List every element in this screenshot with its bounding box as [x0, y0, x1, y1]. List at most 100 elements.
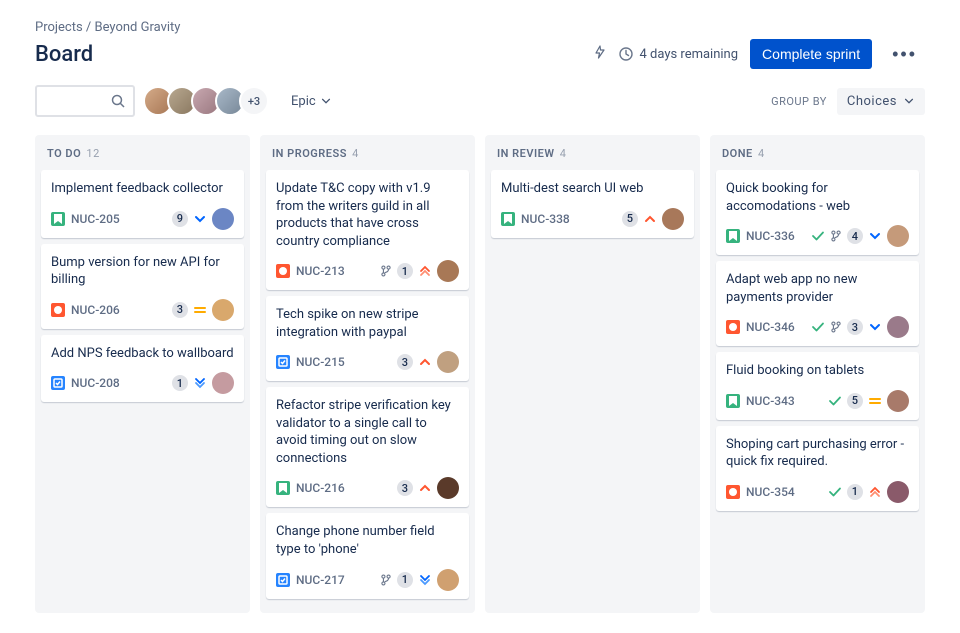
issue-card[interactable]: Add NPS feedback to wallboard NUC-208 1 [41, 335, 244, 403]
card-title: Refactor stripe verification key validat… [276, 397, 459, 467]
story-points: 3 [397, 480, 413, 496]
priority-high-icon [643, 212, 657, 226]
assignee-avatar[interactable] [887, 225, 909, 247]
priority-highest-icon [418, 264, 432, 278]
done-check-icon [828, 394, 842, 408]
issue-key: NUC-215 [296, 355, 345, 369]
assignee-avatar[interactable] [437, 477, 459, 499]
priority-medium-icon [868, 394, 882, 408]
issue-key: NUC-343 [746, 394, 795, 408]
avatar-overflow[interactable]: +3 [239, 86, 269, 116]
priority-low-icon [868, 229, 882, 243]
assignee-avatar[interactable] [437, 351, 459, 373]
breadcrumb-project-name[interactable]: Beyond Gravity [95, 20, 181, 35]
card-title: Add NPS feedback to wallboard [51, 345, 234, 363]
issue-key: NUC-213 [296, 264, 345, 278]
assignee-avatar[interactable] [212, 208, 234, 230]
priority-high-icon [418, 355, 432, 369]
issue-key: NUC-338 [521, 212, 570, 226]
branch-icon [380, 574, 392, 586]
issue-type-story-icon [51, 212, 65, 226]
story-points: 5 [847, 393, 863, 409]
issue-key: NUC-208 [71, 376, 120, 390]
assignee-avatar[interactable] [437, 569, 459, 591]
page-title: Board [35, 42, 93, 67]
issue-card[interactable]: Shoping cart purchasing error - quick fi… [716, 426, 919, 511]
assignee-avatar[interactable] [887, 481, 909, 503]
card-title: Change phone number field type to 'phone… [276, 523, 459, 558]
assignee-avatar[interactable] [887, 316, 909, 338]
card-title: Quick booking for accomodations - web [726, 180, 909, 215]
issue-key: NUC-336 [746, 229, 795, 243]
story-points: 3 [397, 354, 413, 370]
assignee-avatar[interactable] [437, 260, 459, 282]
card-title: Shoping cart purchasing error - quick fi… [726, 436, 909, 471]
card-title: Multi-dest search UI web [501, 180, 684, 198]
priority-low-icon [193, 212, 207, 226]
group-by-dropdown[interactable]: Choices [837, 88, 925, 115]
issue-card[interactable]: Fluid booking on tablets NUC-343 5 [716, 352, 919, 420]
breadcrumb-projects[interactable]: Projects [35, 20, 83, 35]
issue-card[interactable]: Quick booking for accomodations - web NU… [716, 170, 919, 255]
issue-card[interactable]: Implement feedback collector NUC-205 9 [41, 170, 244, 238]
issue-key: NUC-205 [71, 212, 120, 226]
issue-key: NUC-354 [746, 485, 795, 499]
epic-dropdown[interactable]: Epic [283, 88, 340, 115]
assignee-avatar[interactable] [662, 208, 684, 230]
issue-type-bug-icon [276, 264, 290, 278]
story-points: 9 [172, 211, 188, 227]
column-header: To do 12 [41, 143, 244, 170]
chevron-down-icon [320, 95, 332, 107]
issue-card[interactable]: Update T&C copy with v1.9 from the write… [266, 170, 469, 290]
automation-icon[interactable] [593, 45, 607, 63]
issue-card[interactable]: Tech spike on new stripe integration wit… [266, 296, 469, 381]
priority-highest-icon [868, 485, 882, 499]
issue-type-task-icon [276, 355, 290, 369]
column-header: Done 4 [716, 143, 919, 170]
story-points: 1 [397, 263, 413, 279]
card-title: Tech spike on new stripe integration wit… [276, 306, 459, 341]
card-title: Implement feedback collector [51, 180, 234, 198]
branch-icon [830, 321, 842, 333]
issue-card[interactable]: Multi-dest search UI web NUC-338 5 [491, 170, 694, 238]
clock-icon [619, 47, 633, 61]
toolbar: +3 Epic Group by Choices [35, 85, 925, 117]
more-actions-button[interactable]: ••• [884, 40, 925, 69]
issue-key: NUC-206 [71, 303, 120, 317]
card-title: Adapt web app no new payments provider [726, 271, 909, 306]
done-check-icon [811, 320, 825, 334]
assignee-filter: +3 [149, 86, 269, 116]
story-points: 3 [172, 302, 188, 318]
done-check-icon [828, 485, 842, 499]
assignee-avatar[interactable] [212, 372, 234, 394]
story-points: 1 [397, 572, 413, 588]
priority-lowest-icon [193, 376, 207, 390]
issue-card[interactable]: Refactor stripe verification key validat… [266, 387, 469, 507]
board: To do 12 Implement feedback collector NU… [35, 135, 925, 613]
issue-type-story-icon [726, 229, 740, 243]
issue-key: NUC-217 [296, 573, 345, 587]
assignee-avatar[interactable] [887, 390, 909, 412]
story-points: 4 [847, 228, 863, 244]
complete-sprint-button[interactable]: Complete sprint [750, 39, 872, 69]
assignee-avatar[interactable] [212, 299, 234, 321]
priority-medium-icon [193, 303, 207, 317]
story-points: 5 [622, 211, 638, 227]
issue-type-story-icon [726, 394, 740, 408]
issue-type-bug-icon [51, 303, 65, 317]
search-input[interactable] [35, 85, 135, 117]
column-done: Done 4 Quick booking for accomodations -… [710, 135, 925, 613]
branch-icon [380, 265, 392, 277]
issue-card[interactable]: Bump version for new API for billing NUC… [41, 244, 244, 329]
issue-type-bug-icon [726, 320, 740, 334]
card-title: Fluid booking on tablets [726, 362, 909, 380]
issue-key: NUC-216 [296, 481, 345, 495]
issue-type-bug-icon [726, 485, 740, 499]
issue-type-task-icon [51, 376, 65, 390]
issue-card[interactable]: Change phone number field type to 'phone… [266, 513, 469, 598]
search-icon [111, 94, 125, 108]
chevron-down-icon [903, 95, 915, 107]
priority-low-icon [868, 320, 882, 334]
done-check-icon [811, 229, 825, 243]
issue-card[interactable]: Adapt web app no new payments provider N… [716, 261, 919, 346]
